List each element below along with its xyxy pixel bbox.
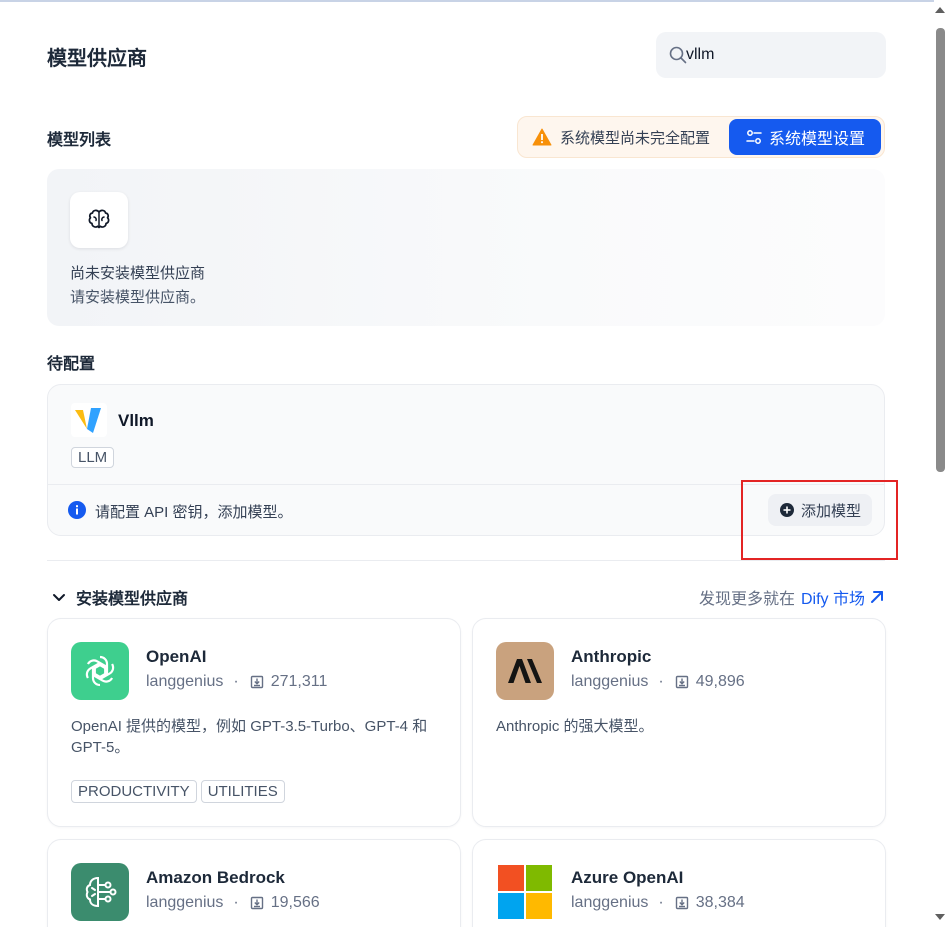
meta-separator: · <box>658 894 664 911</box>
anthropic-logo-icon <box>496 642 554 700</box>
install-count-icon <box>675 675 688 689</box>
provider-description: Anthropic 的强大模型。 <box>496 718 654 735</box>
market-prefix: 发现更多就在 <box>698 591 795 608</box>
api-key-info-text: 请配置 API 密钥，添加模型。 <box>95 504 293 521</box>
provider-card-openai[interactable]: OpenAI langgenius · 271,311 OpenAI 提供的模型… <box>47 618 461 827</box>
provider-card-anthropic[interactable]: Anthropic langgenius · 49,896 Anthropic … <box>472 618 886 827</box>
provider-name: Amazon Bedrock <box>146 868 285 887</box>
system-model-settings-label: 系统模型设置 <box>768 131 865 148</box>
provider-description: OpenAI 提供的模型，例如 GPT-3.5-Turbo、GPT-4 和 GP… <box>71 718 428 756</box>
meta-separator: · <box>658 673 664 690</box>
info-icon <box>68 501 86 519</box>
install-section-title: 安装模型供应商 <box>76 591 189 608</box>
settings-sliders-icon <box>746 130 762 144</box>
section-divider <box>47 560 885 561</box>
top-accent-line <box>0 0 948 2</box>
model-list-title: 模型列表 <box>47 132 112 149</box>
provider-author: langgenius <box>571 673 649 690</box>
provider-install-count: 38,384 <box>695 894 745 911</box>
vllm-logo-icon <box>71 403 107 437</box>
chevron-down-icon <box>53 594 65 601</box>
scroll-down-arrow-icon[interactable] <box>935 914 945 920</box>
warning-text: 系统模型尚未完全配置 <box>560 129 711 147</box>
arrow-up-right-icon <box>871 591 883 603</box>
vllm-provider-name: Vllm <box>118 411 154 430</box>
scroll-thumb[interactable] <box>936 28 945 472</box>
provider-meta: langgenius · 49,896 <box>571 673 745 691</box>
warning-icon <box>532 128 552 146</box>
provider-card-amazon-bedrock[interactable]: Amazon Bedrock langgenius · 19,566 <box>47 839 461 927</box>
system-model-warning: 系统模型尚未完全配置 系统模型设置 <box>517 116 885 158</box>
provider-tag: PRODUCTIVITY <box>71 780 197 803</box>
provider-tag: UTILITIES <box>200 780 285 803</box>
provider-tags: PRODUCTIVITY UTILITIES <box>71 780 285 803</box>
provider-install-count: 271,311 <box>270 673 328 690</box>
provider-card-azure-openai[interactable]: Azure OpenAI langgenius · 38,384 <box>472 839 886 927</box>
system-model-settings-button[interactable]: 系统模型设置 <box>729 119 881 155</box>
provider-install-count: 49,896 <box>695 673 745 690</box>
meta-separator: · <box>233 673 239 690</box>
bedrock-logo-icon <box>71 863 129 921</box>
marketplace-link[interactable]: 发现更多就在 Dify 市场 <box>699 585 885 609</box>
brain-icon <box>88 209 110 229</box>
vertical-scrollbar[interactable] <box>934 0 948 927</box>
llm-tag: LLM <box>71 447 115 468</box>
search-input[interactable] <box>686 46 866 64</box>
provider-author: langgenius <box>146 673 224 690</box>
install-count-icon <box>250 675 263 689</box>
empty-provider-card: 尚未安装模型供应商 请安装模型供应商。 <box>47 169 885 326</box>
openai-logo-icon <box>71 642 129 700</box>
provider-name: Azure OpenAI <box>571 868 684 887</box>
meta-separator: · <box>233 894 239 911</box>
brain-icon-box <box>70 192 128 248</box>
search-icon <box>669 46 687 64</box>
provider-install-count: 19,566 <box>270 894 320 911</box>
install-count-icon <box>250 896 263 910</box>
empty-title: 尚未安装模型供应商 <box>70 265 206 282</box>
provider-name: Anthropic <box>571 647 652 666</box>
scroll-up-arrow-icon[interactable] <box>935 7 945 13</box>
search-box[interactable] <box>656 32 886 78</box>
install-count-icon <box>675 896 688 910</box>
provider-meta: langgenius · 38,384 <box>571 894 745 912</box>
market-link-text: Dify 市场 <box>800 591 865 608</box>
highlight-box <box>741 480 898 560</box>
pending-title: 待配置 <box>47 356 96 373</box>
install-section-toggle[interactable]: 安装模型供应商 <box>51 585 188 609</box>
provider-name: OpenAI <box>146 647 207 666</box>
microsoft-logo-icon <box>496 863 554 921</box>
provider-meta: langgenius · 19,566 <box>146 894 320 912</box>
provider-author: langgenius <box>146 894 224 911</box>
provider-meta: langgenius · 271,311 <box>146 673 327 691</box>
empty-description: 请安装模型供应商。 <box>70 289 206 306</box>
provider-author: langgenius <box>571 894 649 911</box>
page-title: 模型供应商 <box>47 48 147 70</box>
